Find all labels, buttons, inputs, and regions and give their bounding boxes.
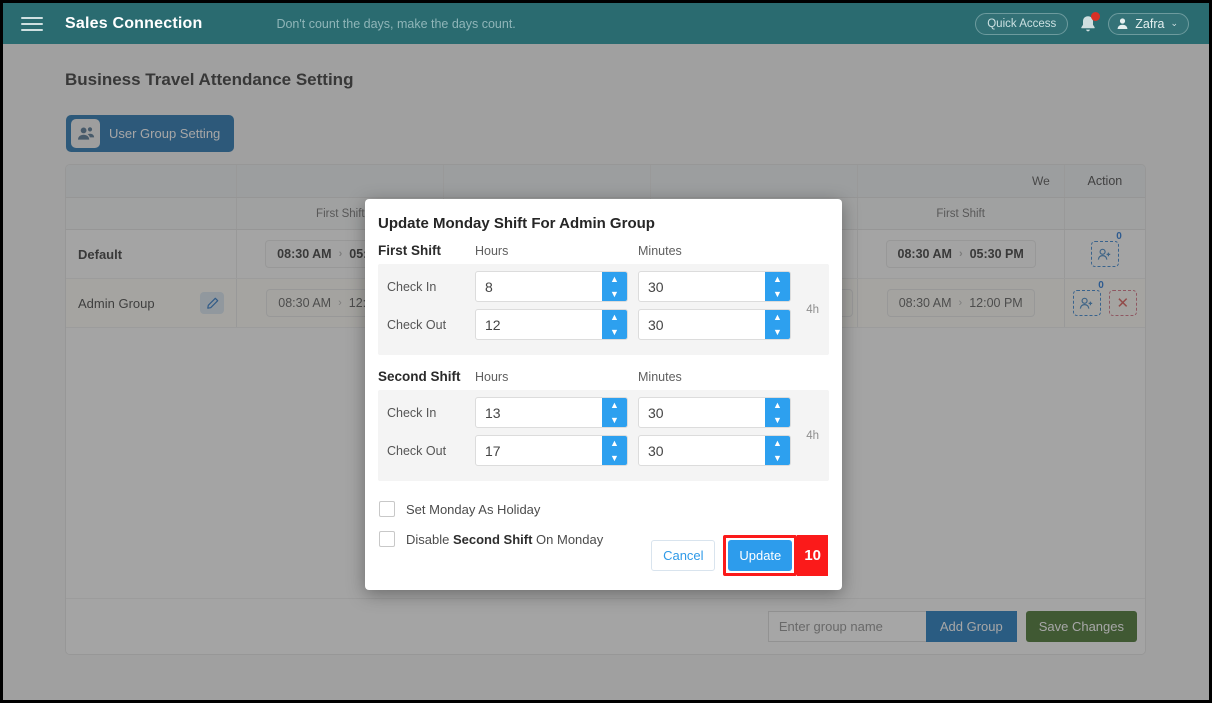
holiday-checkbox-row[interactable]: Set Monday As Holiday (365, 496, 842, 522)
app-brand: Sales Connection (65, 14, 203, 32)
first-shift-checkout-minutes-input[interactable] (639, 310, 765, 339)
minutes-column-label: Minutes (638, 244, 682, 258)
cancel-button[interactable]: Cancel (651, 540, 716, 571)
first-shift-checkout-hours-stepper[interactable]: ▲ ▼ (475, 309, 628, 340)
second-shift-checkin-hours-input[interactable] (476, 398, 602, 427)
checkin-label: Check In (387, 279, 437, 294)
modal-action-buttons: Cancel Update 10 (651, 535, 828, 576)
hours-column-label: Hours (475, 244, 509, 258)
stepper-buttons[interactable]: ▲ ▼ (602, 398, 627, 427)
checkout-label: Check Out (387, 317, 447, 332)
update-button-wrapper: Update 10 (723, 535, 828, 576)
first-shift-checkin-hours-stepper[interactable]: ▲ ▼ (475, 271, 628, 302)
stepper-buttons[interactable]: ▲ ▼ (765, 398, 790, 427)
second-shift-checkout-row: Check Out ▲ ▼ ▲ (378, 435, 829, 466)
step-number-badge: 10 (797, 535, 828, 576)
chevron-down-icon[interactable]: ▼ (765, 413, 790, 428)
hamburger-icon[interactable] (21, 14, 47, 34)
stepper-buttons[interactable]: ▲ ▼ (602, 272, 627, 301)
top-navbar: Sales Connection Don't count the days, m… (3, 3, 1209, 44)
user-name-label: Zafra (1135, 16, 1165, 31)
set-holiday-label: Set Monday As Holiday (406, 501, 541, 517)
second-shift-checkin-minutes-input[interactable] (639, 398, 765, 427)
chevron-up-icon[interactable]: ▲ (602, 310, 627, 325)
first-shift-checkout-row: Check Out ▲ ▼ ▲ (378, 309, 829, 340)
chevron-down-icon[interactable]: ▼ (602, 287, 627, 302)
second-shift-fields: Check In ▲ ▼ ▲ (378, 390, 829, 481)
chevron-up-icon[interactable]: ▲ (602, 436, 627, 451)
chevron-up-icon[interactable]: ▲ (765, 398, 790, 413)
bell-icon[interactable] (1078, 11, 1101, 35)
second-shift-checkout-hours-stepper[interactable]: ▲ ▼ (475, 435, 628, 466)
second-shift-checkout-minutes-input[interactable] (639, 436, 765, 465)
disable-bold: Second Shift (452, 531, 533, 547)
first-shift-checkin-minutes-stepper[interactable]: ▲ ▼ (638, 271, 791, 302)
first-shift-checkin-row: Check In ▲ ▼ ▲ (378, 271, 829, 302)
chevron-down-icon[interactable]: ▼ (602, 451, 627, 466)
stepper-buttons[interactable]: ▲ ▼ (602, 310, 627, 339)
user-menu[interactable]: Zafra ⌄ (1108, 12, 1189, 35)
chevron-down-icon[interactable]: ▼ (765, 325, 790, 340)
first-shift-header: First Shift Hours Minutes (365, 243, 842, 258)
second-shift-checkin-row: Check In ▲ ▼ ▲ (378, 397, 829, 428)
second-shift-name: Second Shift (378, 369, 461, 384)
avatar-icon (1116, 17, 1129, 30)
chevron-down-icon[interactable]: ▼ (765, 287, 790, 302)
first-shift-checkout-hours-input[interactable] (476, 310, 602, 339)
chevron-up-icon[interactable]: ▲ (765, 436, 790, 451)
set-holiday-checkbox[interactable] (379, 501, 395, 517)
first-shift-fields: Check In ▲ ▼ ▲ (378, 264, 829, 355)
update-button-highlight: Update (723, 535, 798, 576)
first-shift-checkout-minutes-stepper[interactable]: ▲ ▼ (638, 309, 791, 340)
disable-prefix: Disable (406, 531, 453, 547)
chevron-down-icon[interactable]: ▼ (602, 413, 627, 428)
checkin-label: Check In (387, 405, 437, 420)
first-shift-duration: 4h (806, 303, 819, 316)
chevron-down-icon: ⌄ (1170, 18, 1178, 28)
first-shift-checkin-minutes-input[interactable] (639, 272, 765, 301)
chevron-down-icon[interactable]: ▼ (602, 325, 627, 340)
navbar-right-controls: Quick Access Zafra ⌄ (975, 11, 1197, 35)
second-shift-checkout-hours-input[interactable] (476, 436, 602, 465)
hours-column-label: Hours (475, 370, 509, 384)
stepper-buttons[interactable]: ▲ ▼ (765, 310, 790, 339)
chevron-up-icon[interactable]: ▲ (765, 272, 790, 287)
disable-second-shift-label: Disable Second Shift On Monday (406, 532, 603, 547)
tagline-text: Don't count the days, make the days coun… (276, 16, 516, 31)
chevron-up-icon[interactable]: ▲ (602, 272, 627, 287)
second-shift-checkin-minutes-stepper[interactable]: ▲ ▼ (638, 397, 791, 428)
first-shift-checkin-hours-input[interactable] (476, 272, 602, 301)
disable-second-shift-checkbox[interactable] (379, 531, 395, 547)
disable-suffix: On Monday (532, 531, 604, 547)
update-shift-modal: Update Monday Shift For Admin Group Firs… (365, 199, 842, 590)
stepper-buttons[interactable]: ▲ ▼ (765, 272, 790, 301)
chevron-up-icon[interactable]: ▲ (602, 398, 627, 413)
second-shift-checkout-minutes-stepper[interactable]: ▲ ▼ (638, 435, 791, 466)
minutes-column-label: Minutes (638, 370, 682, 384)
chevron-up-icon[interactable]: ▲ (765, 310, 790, 325)
second-shift-header: Second Shift Hours Minutes (365, 369, 842, 384)
first-shift-name: First Shift (378, 243, 441, 258)
second-shift-checkin-hours-stepper[interactable]: ▲ ▼ (475, 397, 628, 428)
update-button[interactable]: Update (728, 540, 793, 571)
chevron-down-icon[interactable]: ▼ (765, 451, 790, 466)
checkout-label: Check Out (387, 443, 447, 458)
stepper-buttons[interactable]: ▲ ▼ (765, 436, 790, 465)
page-content: Business Travel Attendance Setting User … (3, 44, 1209, 700)
modal-title: Update Monday Shift For Admin Group (378, 215, 655, 232)
bell-notification-dot (1091, 11, 1101, 21)
quick-access-button[interactable]: Quick Access (975, 12, 1069, 35)
app-window: Sales Connection Don't count the days, m… (0, 0, 1212, 703)
stepper-buttons[interactable]: ▲ ▼ (602, 436, 627, 465)
second-shift-duration: 4h (806, 429, 819, 442)
